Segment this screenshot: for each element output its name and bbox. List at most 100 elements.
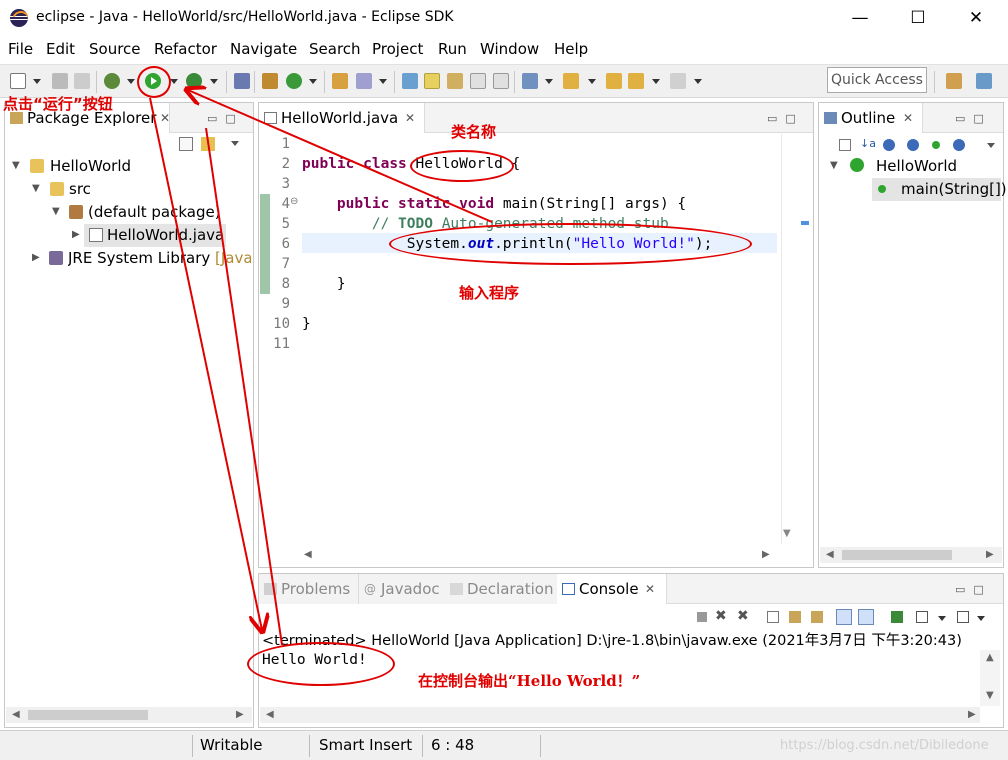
sort-icon[interactable]: ↓a <box>860 137 876 150</box>
terminate-icon[interactable] <box>697 612 707 622</box>
quick-access-input[interactable]: Quick Access <box>827 67 927 93</box>
new-java-class-icon[interactable] <box>286 73 302 89</box>
tree-item-default-package[interactable]: (default package) <box>88 202 221 222</box>
pin-console-icon[interactable] <box>891 611 903 623</box>
scroll-right-icon[interactable]: ▶ <box>762 547 770 563</box>
menu-project[interactable]: Project <box>372 40 423 58</box>
collapse-chevron-icon[interactable]: ▶ <box>72 225 80 245</box>
open-perspective-icon[interactable] <box>946 73 962 89</box>
tab-console[interactable]: Console ✕ <box>557 574 667 604</box>
new-java-package-icon[interactable] <box>262 73 278 89</box>
scroll-lock-icon[interactable] <box>789 611 801 623</box>
tab-outline[interactable]: Outline ✕ <box>819 103 923 133</box>
external-tools-icon[interactable] <box>234 73 250 89</box>
show-whitespace-icon[interactable] <box>470 73 486 89</box>
close-icon[interactable]: ✕ <box>903 103 913 133</box>
hide-nonpublic-icon[interactable] <box>932 141 940 149</box>
scroll-left-icon[interactable]: ◀ <box>12 707 20 723</box>
tab-javadoc[interactable]: @ Javadoc <box>359 574 445 604</box>
collapse-all-icon[interactable] <box>179 137 193 151</box>
editor-hscroll[interactable]: ◀ ▶ <box>300 547 780 563</box>
minimize-button[interactable]: — <box>842 6 878 30</box>
tab-helloworld-java[interactable]: HelloWorld.java ✕ <box>259 103 425 133</box>
outline-item-main[interactable]: main(String[]) <box>901 179 1007 199</box>
show-stderr-icon[interactable] <box>858 609 874 625</box>
menu-file[interactable]: File <box>8 40 33 58</box>
minimize-maximize-icons[interactable]: ▭□ <box>955 112 992 125</box>
scroll-right-icon[interactable]: ▶ <box>968 707 976 723</box>
overview-marker[interactable] <box>801 221 809 225</box>
scroll-down-icon[interactable]: ▼ <box>783 528 791 539</box>
scroll-down-icon[interactable]: ▼ <box>986 688 994 704</box>
minimize-maximize-icons[interactable]: ▭□ <box>955 583 992 596</box>
expand-chevron-icon[interactable]: ▼ <box>12 156 20 176</box>
menu-run[interactable]: Run <box>438 40 467 58</box>
console-hscroll[interactable]: ◀ ▶ <box>260 707 980 723</box>
scroll-up-icon[interactable]: ▲ <box>986 650 994 666</box>
package-explorer-hscroll[interactable]: ◀ ▶ <box>6 707 252 723</box>
collapse-chevron-icon[interactable]: ▶ <box>32 248 40 268</box>
tree-item-helloworld-java[interactable]: HelloWorld.java <box>107 225 224 245</box>
word-wrap-icon[interactable] <box>811 611 823 623</box>
open-type-icon[interactable] <box>332 73 348 89</box>
link-with-editor-icon[interactable] <box>201 137 215 151</box>
outline-item-helloworld[interactable]: HelloWorld <box>876 156 957 176</box>
previous-annotation-icon[interactable] <box>563 73 579 89</box>
scroll-left-icon[interactable]: ◀ <box>826 547 834 563</box>
scroll-left-icon[interactable]: ◀ <box>304 547 312 563</box>
show-paragraph-icon[interactable] <box>493 73 509 89</box>
run-last-icon[interactable] <box>186 73 202 89</box>
back-icon[interactable] <box>628 73 644 89</box>
new-icon[interactable] <box>10 73 26 89</box>
scroll-right-icon[interactable]: ▶ <box>236 707 244 723</box>
menu-refactor[interactable]: Refactor <box>154 40 217 58</box>
debug-icon[interactable] <box>104 73 120 89</box>
menu-help[interactable]: Help <box>554 40 588 58</box>
code-line-10[interactable]: } <box>302 314 311 334</box>
toggle-highlight-icon[interactable] <box>424 73 440 89</box>
expand-chevron-icon[interactable]: ▼ <box>52 202 60 222</box>
hide-static-icon[interactable] <box>907 139 919 151</box>
collapse-all-icon[interactable] <box>839 139 851 151</box>
close-icon[interactable]: ✕ <box>645 574 655 604</box>
scroll-right-icon[interactable]: ▶ <box>986 547 994 563</box>
tree-item-helloworld-project[interactable]: HelloWorld <box>50 156 131 176</box>
code-line-4[interactable]: public static void main(String[] args) { <box>302 194 686 214</box>
next-annotation-icon[interactable] <box>522 73 538 89</box>
open-console-icon[interactable] <box>957 611 969 623</box>
forward-icon[interactable] <box>670 73 686 89</box>
tree-item-jre-system-library[interactable]: JRE System Library [JavaS <box>68 248 251 268</box>
hide-local-types-icon[interactable] <box>953 139 965 151</box>
save-all-icon[interactable] <box>74 73 90 89</box>
tab-problems[interactable]: Problems <box>259 574 359 604</box>
display-console-icon[interactable] <box>916 611 928 623</box>
minimize-maximize-icons[interactable]: ▭□ <box>767 112 804 125</box>
expand-chevron-icon[interactable]: ▼ <box>32 179 40 199</box>
outline-hscroll[interactable]: ◀ ▶ <box>820 547 1002 563</box>
scroll-left-icon[interactable]: ◀ <box>266 707 274 723</box>
fold-icon[interactable]: ⊖ <box>290 196 298 207</box>
console-vscroll[interactable]: ▲ ▼ <box>980 650 1000 706</box>
search-icon[interactable] <box>356 73 372 89</box>
menu-edit[interactable]: Edit <box>46 40 75 58</box>
minimize-maximize-icons[interactable]: ▭□ <box>207 112 244 125</box>
close-icon[interactable]: ✕ <box>405 103 415 133</box>
menu-window[interactable]: Window <box>480 40 539 58</box>
remove-launch-icon[interactable]: ✖ <box>715 608 727 624</box>
expand-chevron-icon[interactable]: ▼ <box>830 156 838 176</box>
maximize-button[interactable]: ☐ <box>900 6 936 30</box>
last-edit-location-icon[interactable] <box>606 73 622 89</box>
toggle-mark-occurrences-icon[interactable] <box>402 73 418 89</box>
close-button[interactable]: ✕ <box>958 6 994 30</box>
remove-all-icon[interactable]: ✖ <box>737 608 749 624</box>
menu-source[interactable]: Source <box>89 40 141 58</box>
toggle-block-selection-icon[interactable] <box>447 73 463 89</box>
save-icon[interactable] <box>52 73 68 89</box>
clear-console-icon[interactable] <box>767 611 779 623</box>
tab-declaration[interactable]: Declaration <box>445 574 557 604</box>
tree-item-src[interactable]: src <box>69 179 91 199</box>
menu-navigate[interactable]: Navigate <box>230 40 297 58</box>
menu-search[interactable]: Search <box>309 40 361 58</box>
show-stdout-icon[interactable] <box>836 609 852 625</box>
java-perspective-icon[interactable] <box>976 73 992 89</box>
